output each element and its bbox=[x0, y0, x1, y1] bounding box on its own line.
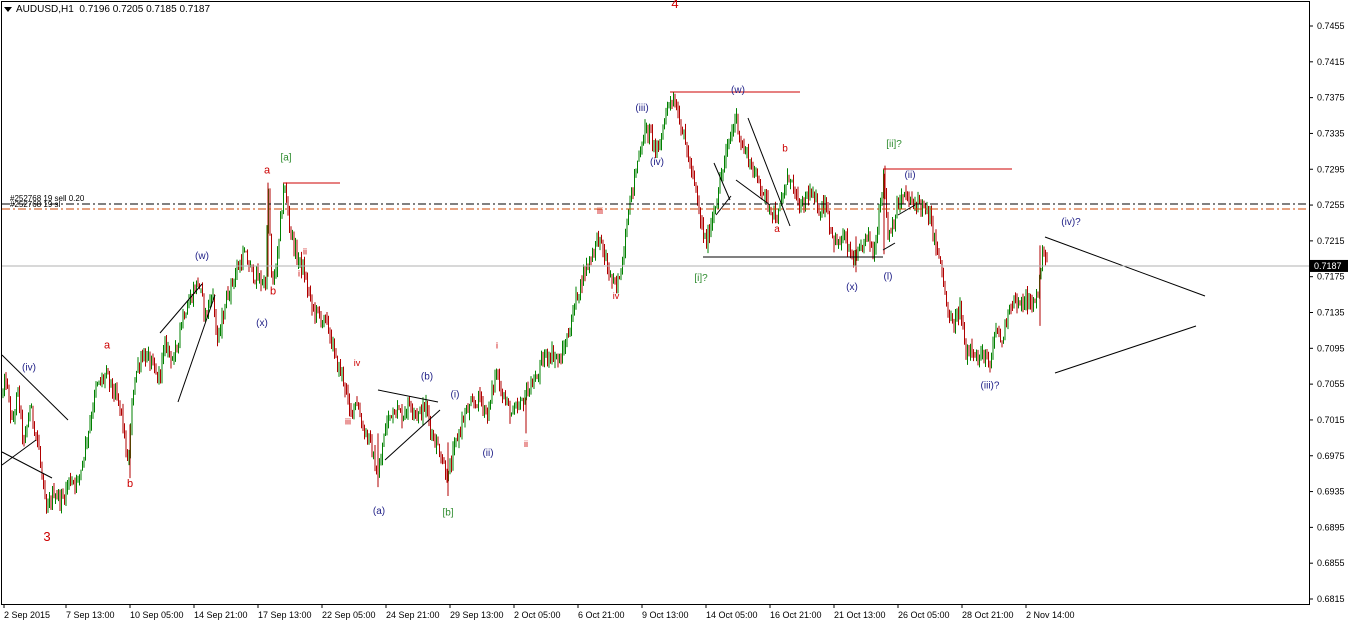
chart-header: AUDUSD,H1 0.7196 0.7205 0.7185 0.7187 bbox=[4, 4, 210, 15]
wave-label: a bbox=[264, 165, 271, 177]
wave-label: [a] bbox=[280, 152, 291, 163]
wave-label: ii bbox=[303, 246, 307, 256]
x-tick-label: 6 Oct 21:00 bbox=[578, 610, 625, 620]
wave-label: (x) bbox=[256, 318, 268, 329]
candles-layer bbox=[2, 92, 1048, 514]
y-tick-label: 0.7175 bbox=[1317, 272, 1345, 282]
x-tick-label: 21 Oct 13:00 bbox=[834, 610, 886, 620]
wave-label: (ii) bbox=[904, 170, 915, 181]
y-tick-label: 0.7295 bbox=[1317, 164, 1345, 174]
wave-label: iii bbox=[597, 206, 603, 216]
wave-label: (a) bbox=[373, 506, 385, 517]
wave-label: (w) bbox=[195, 251, 209, 262]
wave-label: a bbox=[104, 339, 111, 351]
wave-label: a bbox=[774, 224, 780, 235]
x-tick-label: 14 Oct 05:00 bbox=[706, 610, 758, 620]
x-tick-label: 14 Sep 21:00 bbox=[194, 610, 248, 620]
wave-label: (iii) bbox=[635, 103, 648, 114]
wave-label: (x) bbox=[846, 282, 858, 293]
trendline[interactable] bbox=[897, 204, 916, 216]
x-tick-label: 28 Oct 21:00 bbox=[962, 610, 1014, 620]
wave-label: b bbox=[782, 143, 788, 154]
wave-label: iv bbox=[613, 291, 620, 301]
y-tick-label: 0.6895 bbox=[1317, 522, 1345, 532]
wave-label: (iv) bbox=[22, 363, 36, 374]
y-tick-label: 0.6815 bbox=[1317, 594, 1345, 604]
x-tick-label: 9 Oct 13:00 bbox=[642, 610, 689, 620]
y-tick-label: 0.6855 bbox=[1317, 558, 1345, 568]
current-price-label: 0.7187 bbox=[1314, 261, 1342, 271]
x-tick-label: 29 Sep 13:00 bbox=[450, 610, 504, 620]
dropdown-triangle-icon[interactable] bbox=[4, 6, 12, 12]
wave-label: i bbox=[496, 340, 498, 350]
y-tick-label: 0.7215 bbox=[1317, 236, 1345, 246]
y-tick-label: 0.7055 bbox=[1317, 379, 1345, 389]
wave-label: (iv)? bbox=[1061, 217, 1081, 228]
trendline[interactable] bbox=[1054, 325, 1197, 374]
wave-label: (i) bbox=[451, 390, 460, 401]
x-tick-label: 24 Sep 21:00 bbox=[386, 610, 440, 620]
y-tick-label: 0.7415 bbox=[1317, 57, 1345, 67]
x-tick-label: 7 Sep 13:00 bbox=[66, 610, 115, 620]
wave-label: [b] bbox=[442, 508, 453, 519]
wave-labels-layer: 43[a]aabb(iv)(w)(x)iiiiviii(b)(i)(a) [b](… bbox=[22, 0, 1081, 544]
symbol-title: AUDUSD,H1 bbox=[16, 4, 74, 15]
x-tick-label: 16 Oct 21:00 bbox=[770, 610, 822, 620]
y-tick-label: 0.7015 bbox=[1317, 415, 1345, 425]
y-tick-label: 0.7095 bbox=[1317, 343, 1345, 353]
x-tick-label: 26 Oct 05:00 bbox=[898, 610, 950, 620]
y-tick-label: 0.7255 bbox=[1317, 200, 1345, 210]
y-tick-label: 0.7135 bbox=[1317, 308, 1345, 318]
stop-loss-label: #252768 19 sl bbox=[10, 200, 60, 209]
wave-label: (ii) bbox=[482, 448, 493, 459]
trendline[interactable] bbox=[1, 451, 53, 479]
x-tick-label: 22 Sep 05:00 bbox=[322, 610, 376, 620]
wave-label: 3 bbox=[43, 529, 50, 544]
time-axis[interactable]: 2 Sep 2015 7 Sep 13:00 10 Sep 05:00 14 Sep … bbox=[3, 604, 1075, 620]
ohlc-values: 0.7196 0.7205 0.7185 0.7187 bbox=[79, 4, 211, 15]
trendline[interactable] bbox=[1044, 236, 1206, 297]
x-tick-label: 2 Sep 2015 bbox=[4, 610, 50, 620]
x-tick-label: 2 Oct 05:00 bbox=[514, 610, 561, 620]
x-tick-label: 2 Nov 14:00 bbox=[1026, 610, 1075, 620]
wave-label: (iv) bbox=[650, 157, 664, 168]
plot-frame bbox=[1, 1, 1310, 605]
wave-label: b bbox=[127, 478, 133, 490]
wave-label: (l) bbox=[884, 271, 893, 282]
wave-label: b bbox=[270, 286, 276, 298]
chart-window[interactable]: #252768 19 sell 0.20 #252768 19 sl 4 3 [a] a… bbox=[0, 0, 1350, 623]
trendline[interactable] bbox=[882, 242, 896, 251]
wave-label: (iii)? bbox=[981, 381, 1000, 392]
y-tick-label: 0.7375 bbox=[1317, 93, 1345, 103]
y-tick-label: 0.7455 bbox=[1317, 21, 1345, 31]
wave-label: (w) bbox=[731, 85, 745, 96]
wave-label: [ii]? bbox=[886, 139, 902, 150]
wave-label: 4 bbox=[671, 0, 678, 11]
wave-label: [i]? bbox=[694, 273, 708, 284]
price-chart[interactable]: #252768 19 sell 0.20#252768 19 sl 43[a]a… bbox=[0, 0, 1350, 623]
x-tick-label: 17 Sep 13:00 bbox=[258, 610, 312, 620]
trendline[interactable] bbox=[177, 294, 216, 403]
wave-label: iv bbox=[354, 358, 361, 368]
y-tick-label: 0.7335 bbox=[1317, 128, 1345, 138]
y-tick-label: 0.6975 bbox=[1317, 451, 1345, 461]
y-tick-label: 0.6935 bbox=[1317, 487, 1345, 497]
wave-label: (b) bbox=[421, 372, 433, 383]
x-tick-label: 10 Sep 05:00 bbox=[130, 610, 184, 620]
wave-label: ii bbox=[524, 439, 528, 449]
wave-label: iii bbox=[345, 416, 351, 426]
wave-label: i bbox=[298, 269, 300, 279]
